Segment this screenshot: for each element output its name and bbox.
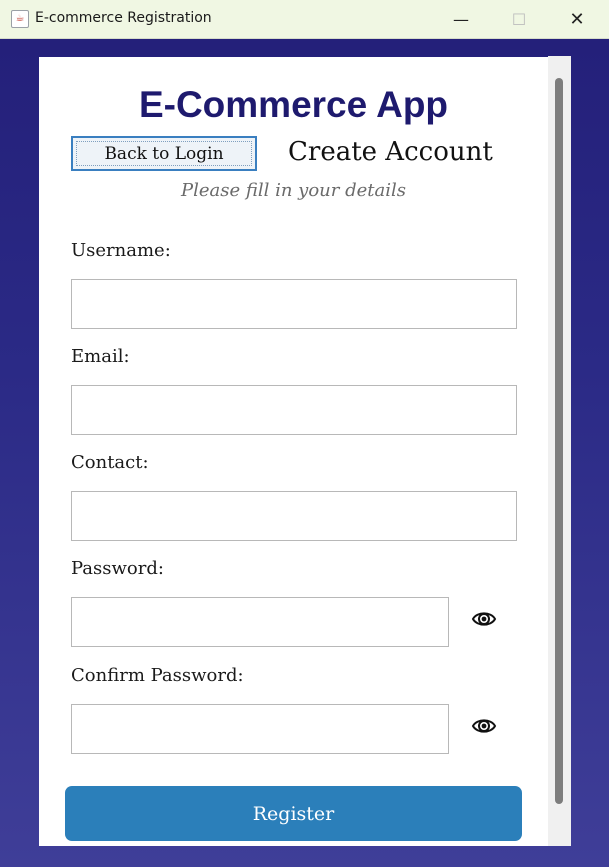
username-label: Username: xyxy=(71,240,171,261)
email-input[interactable] xyxy=(71,385,517,435)
eye-icon xyxy=(471,719,497,733)
confirm-password-visibility-toggle[interactable] xyxy=(470,715,498,737)
password-input[interactable] xyxy=(71,597,449,647)
confirm-password-label: Confirm Password: xyxy=(71,665,244,686)
window-title: E-commerce Registration xyxy=(35,10,212,26)
app-title: E-Commerce App xyxy=(138,84,449,125)
scrollbar-thumb[interactable] xyxy=(555,78,563,804)
contact-input[interactable] xyxy=(71,491,517,541)
password-visibility-toggle[interactable] xyxy=(470,608,498,630)
confirm-password-input[interactable] xyxy=(71,704,449,754)
email-label: Email: xyxy=(71,346,130,367)
eye-icon xyxy=(471,612,497,626)
form-subtitle: Please fill in your details xyxy=(181,180,406,201)
back-to-login-button[interactable]: Back to Login xyxy=(71,136,257,171)
close-button[interactable]: ✕ xyxy=(554,0,600,38)
maximize-button[interactable]: ☐ xyxy=(496,0,542,38)
page-title: Create Account xyxy=(288,137,493,167)
java-cup-icon: ☕ xyxy=(11,10,29,28)
register-button[interactable]: Register xyxy=(65,786,522,841)
contact-label: Contact: xyxy=(71,452,149,473)
password-label: Password: xyxy=(71,558,164,579)
username-input[interactable] xyxy=(71,279,517,329)
focus-ring xyxy=(76,141,252,166)
minimize-button[interactable]: — xyxy=(438,0,484,38)
window-titlebar: ☕ E-commerce Registration — ☐ ✕ xyxy=(0,0,609,39)
